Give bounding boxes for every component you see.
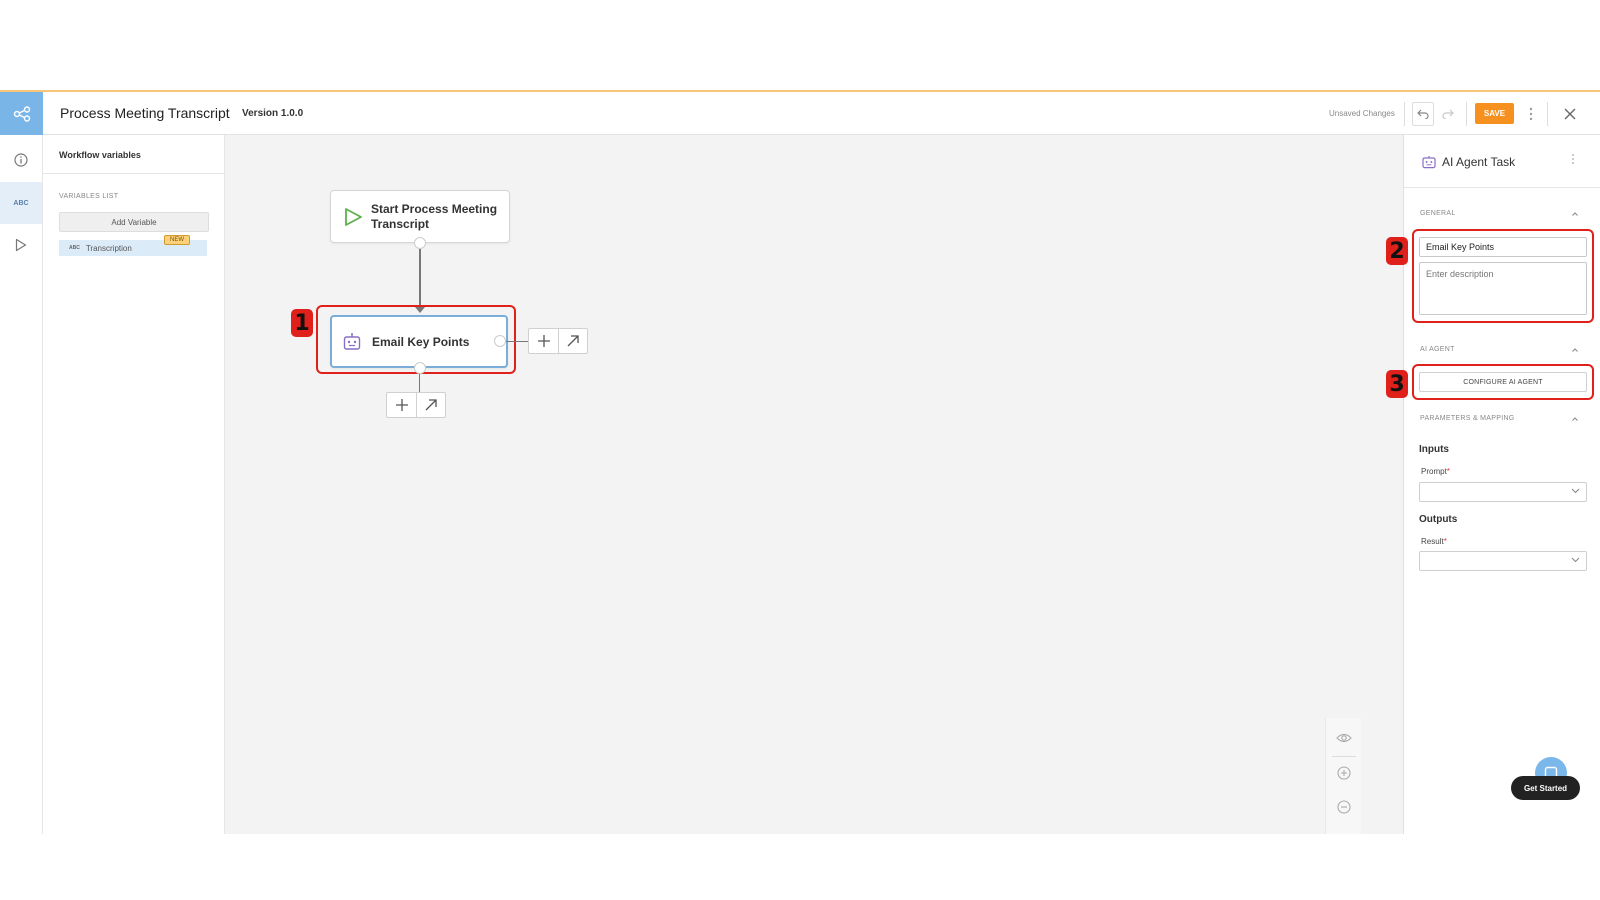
go-to-step-icon[interactable] — [416, 393, 445, 417]
bottom-add-toolbar — [386, 392, 446, 418]
eye-icon[interactable] — [1334, 728, 1354, 748]
general-section-label: GENERAL — [1420, 210, 1456, 217]
info-icon[interactable] — [0, 139, 42, 181]
required-marker: * — [1446, 467, 1450, 476]
workflow-version: Version 1.0.0 — [242, 108, 304, 119]
collapse-ai-agent-icon[interactable] — [1572, 345, 1578, 354]
connector-edge — [419, 249, 421, 311]
task-name-field[interactable] — [1419, 237, 1587, 257]
result-label-text: Result — [1421, 537, 1444, 546]
more-options-icon[interactable] — [1524, 102, 1538, 126]
connector-edge — [506, 341, 528, 342]
top-bar: Process Meeting Transcript Version 1.0.0… — [0, 92, 1600, 135]
configure-ai-agent-button[interactable]: CONFIGURE AI AGENT — [1419, 372, 1587, 392]
divider — [1332, 756, 1356, 757]
variable-item[interactable]: ABC Transcription NEW — [59, 235, 207, 256]
prompt-label: Prompt* — [1421, 467, 1450, 476]
get-started-button[interactable]: Get Started — [1511, 776, 1580, 800]
start-play-icon — [345, 207, 362, 226]
zoom-out-icon[interactable] — [1334, 797, 1354, 817]
workflow-editor: Process Meeting Transcript Version 1.0.0… — [0, 90, 1600, 834]
chevron-down-icon — [1571, 555, 1580, 565]
ai-agent-section-label: AI AGENT — [1420, 346, 1455, 353]
go-to-step-icon[interactable] — [558, 329, 587, 353]
workflow-canvas[interactable]: Start Process Meeting Transcript 1 Email… — [225, 135, 1403, 834]
run-icon[interactable] — [0, 224, 42, 266]
redo-icon[interactable] — [1437, 102, 1459, 126]
description-field[interactable] — [1419, 262, 1587, 315]
header-divider — [1547, 102, 1548, 126]
collapse-parameters-icon[interactable] — [1572, 414, 1578, 423]
start-node-port[interactable] — [414, 237, 426, 249]
required-marker: * — [1443, 537, 1447, 546]
variables-tab[interactable]: ABC — [0, 182, 42, 224]
robot-icon — [1422, 156, 1436, 169]
prompt-label-text: Prompt — [1421, 467, 1447, 476]
parameters-section-label: PARAMETERS & MAPPING — [1420, 415, 1515, 422]
add-step-icon[interactable] — [529, 329, 558, 353]
robot-icon — [343, 332, 361, 350]
zoom-in-icon[interactable] — [1334, 763, 1354, 783]
ai-task-node[interactable]: Email Key Points — [330, 315, 508, 368]
result-select[interactable] — [1419, 551, 1587, 571]
right-add-toolbar — [528, 328, 588, 354]
callout-number-2: 2 — [1386, 237, 1408, 265]
collapse-general-icon[interactable] — [1572, 209, 1578, 218]
divider — [43, 173, 224, 174]
workflow-title[interactable]: Process Meeting Transcript — [60, 105, 230, 121]
header-divider — [1466, 102, 1467, 126]
callout-number-1: 1 — [291, 309, 313, 337]
canvas-zoom-controls — [1325, 718, 1361, 834]
properties-panel: AI Agent Task GENERAL 2 AI AGENT 3 CONFI… — [1386, 135, 1600, 834]
result-label: Result* — [1421, 537, 1447, 546]
add-step-icon[interactable] — [387, 393, 416, 417]
connector-edge — [419, 374, 420, 393]
variables-panel-title: Workflow variables — [59, 150, 141, 160]
undo-icon[interactable] — [1412, 102, 1434, 126]
left-rail: ABC — [0, 135, 43, 834]
start-node-label: Start Process Meeting Transcript — [371, 201, 498, 231]
variable-type-label: ABC — [69, 245, 80, 251]
more-options-icon[interactable] — [1571, 153, 1575, 168]
task-node-bottom-port[interactable] — [414, 362, 426, 374]
variables-panel: Workflow variables VARIABLES LIST Add Va… — [43, 135, 225, 834]
chevron-down-icon — [1571, 486, 1580, 496]
inputs-heading: Inputs — [1419, 444, 1449, 455]
header-divider — [1404, 102, 1405, 126]
outputs-heading: Outputs — [1419, 514, 1458, 525]
properties-title: AI Agent Task — [1442, 155, 1516, 169]
add-variable-button[interactable]: Add Variable — [59, 212, 209, 232]
task-node-right-port[interactable] — [494, 335, 506, 347]
workflow-logo-icon[interactable] — [0, 92, 43, 135]
variables-list-label: VARIABLES LIST — [59, 193, 119, 200]
divider — [1404, 187, 1600, 188]
prompt-select[interactable] — [1419, 482, 1587, 502]
callout-number-3: 3 — [1386, 370, 1408, 398]
task-node-label: Email Key Points — [372, 334, 470, 349]
unsaved-status: Unsaved Changes — [1329, 109, 1395, 118]
save-button[interactable]: SAVE — [1475, 103, 1514, 124]
start-node[interactable]: Start Process Meeting Transcript — [330, 190, 510, 243]
variable-name: Transcription — [85, 243, 132, 253]
new-badge: NEW — [164, 235, 190, 245]
close-icon[interactable] — [1558, 102, 1582, 126]
